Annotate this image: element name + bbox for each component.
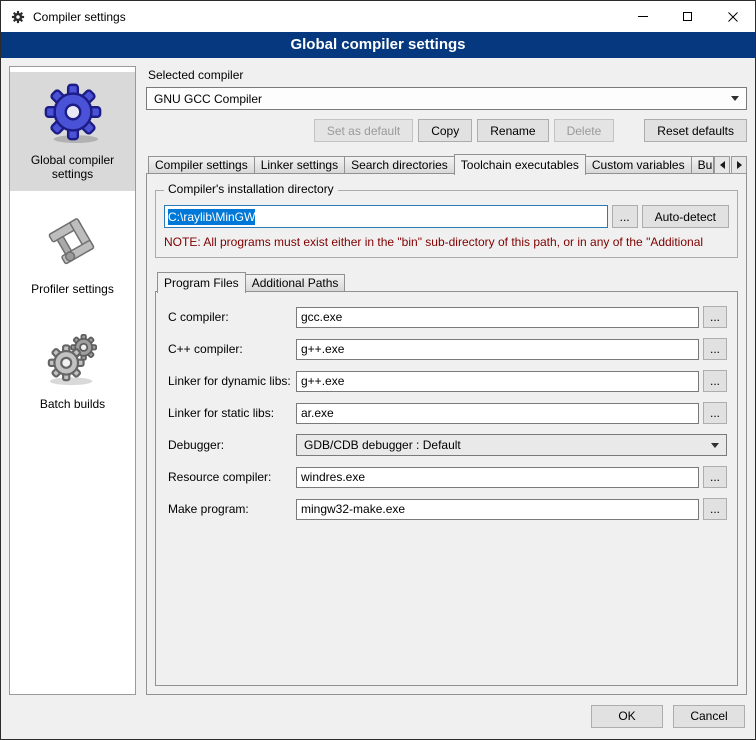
ok-button[interactable]: OK — [591, 705, 663, 728]
tab-scroll-right-button[interactable] — [731, 156, 747, 174]
installation-directory-input[interactable]: C:\raylib\MinGW — [164, 205, 608, 228]
dynamic-linker-label: Linker for dynamic libs: — [168, 374, 296, 388]
toolchain-field-row: Debugger: GDB/CDB debugger : Default — [168, 434, 727, 456]
selected-compiler-dropdown[interactable]: GNU GCC Compiler — [146, 87, 747, 110]
c-compiler-label: C compiler: — [168, 310, 296, 324]
tab-toolchain-executables[interactable]: Toolchain executables — [454, 154, 586, 175]
static-linker-label: Linker for static libs: — [168, 406, 296, 420]
program-files-tab-bar: Program Files Additional Paths — [155, 272, 738, 292]
tab-program-files[interactable]: Program Files — [157, 272, 246, 293]
toolchain-field-row: C compiler: ... — [168, 306, 727, 328]
close-button[interactable] — [710, 1, 755, 32]
tab-scroll-left-button[interactable] — [714, 156, 730, 174]
directory-note: NOTE: All programs must exist either in … — [164, 235, 729, 249]
browse-directory-button[interactable]: ... — [612, 205, 638, 228]
gray-gears-icon — [42, 326, 104, 391]
installation-directory-row: C:\raylib\MinGW ... Auto-detect — [164, 205, 729, 228]
minimize-button[interactable] — [620, 1, 665, 32]
settings-category-list: Global compiler settings Profiler set — [9, 66, 136, 695]
installation-directory-legend: Compiler's installation directory — [164, 182, 338, 196]
static-linker-input[interactable] — [296, 403, 699, 424]
settings-tab-bar: Compiler settings Linker settings Search… — [146, 154, 747, 174]
auto-detect-button[interactable]: Auto-detect — [642, 205, 729, 228]
selected-compiler-value: GNU GCC Compiler — [154, 92, 262, 106]
content-area: Global compiler settings Profiler set — [1, 58, 755, 699]
browse-cpp-compiler-button[interactable]: ... — [703, 338, 727, 360]
caption-buttons — [620, 1, 755, 32]
toolchain-executables-panel: Compiler's installation directory C:\ray… — [146, 173, 747, 695]
dynamic-linker-input[interactable] — [296, 371, 699, 392]
dialog-footer: OK Cancel — [1, 699, 755, 739]
program-files-panel: C compiler: ... C++ compiler: ... — [155, 291, 738, 686]
copy-button[interactable]: Copy — [418, 119, 472, 142]
debugger-value: GDB/CDB debugger : Default — [304, 438, 461, 452]
tab-linker-settings[interactable]: Linker settings — [254, 156, 345, 174]
window-title: Compiler settings — [33, 10, 126, 24]
sidebar-item-batch-builds[interactable]: Batch builds — [10, 318, 135, 421]
chevron-down-icon — [711, 443, 719, 448]
make-program-input[interactable] — [296, 499, 699, 520]
right-arrow-icon — [737, 161, 742, 169]
compiler-action-buttons: Set as default Copy Rename Delete Reset … — [146, 119, 747, 142]
tab-compiler-settings[interactable]: Compiler settings — [148, 156, 255, 174]
installation-directory-value: C:\raylib\MinGW — [168, 209, 255, 225]
close-icon — [728, 12, 738, 22]
cpp-compiler-label: C++ compiler: — [168, 342, 296, 356]
reset-defaults-button[interactable]: Reset defaults — [644, 119, 747, 142]
minimize-icon — [638, 16, 648, 17]
chevron-down-icon — [731, 96, 739, 101]
c-compiler-input[interactable] — [296, 307, 699, 328]
left-arrow-icon — [720, 161, 725, 169]
maximize-icon — [683, 12, 692, 21]
sidebar-item-label: Global compiler settings — [13, 153, 132, 181]
make-program-label: Make program: — [168, 502, 296, 516]
selected-compiler-label: Selected compiler — [148, 68, 747, 82]
toolchain-field-row: Make program: ... — [168, 498, 727, 520]
rename-button[interactable]: Rename — [477, 119, 548, 142]
compiler-settings-dialog: Compiler settings Global compiler settin… — [0, 0, 756, 740]
debugger-dropdown[interactable]: GDB/CDB debugger : Default — [296, 434, 727, 456]
tab-search-directories[interactable]: Search directories — [344, 156, 455, 174]
tab-additional-paths[interactable]: Additional Paths — [245, 274, 346, 292]
dialog-banner-title: Global compiler settings — [1, 32, 755, 58]
browse-c-compiler-button[interactable]: ... — [703, 306, 727, 328]
resource-compiler-input[interactable] — [296, 467, 699, 488]
sidebar-item-profiler-settings[interactable]: Profiler settings — [10, 203, 135, 306]
browse-make-program-button[interactable]: ... — [703, 498, 727, 520]
titlebar: Compiler settings — [1, 1, 755, 32]
cpp-compiler-input[interactable] — [296, 339, 699, 360]
maximize-button[interactable] — [665, 1, 710, 32]
cancel-button[interactable]: Cancel — [673, 705, 745, 728]
sidebar-item-global-compiler-settings[interactable]: Global compiler settings — [10, 72, 135, 191]
tab-build-options-truncated[interactable]: Buil — [691, 156, 714, 174]
delete-button[interactable]: Delete — [554, 119, 615, 142]
toolchain-field-row: Resource compiler: ... — [168, 466, 727, 488]
toolchain-field-row: Linker for dynamic libs: ... — [168, 370, 727, 392]
installation-directory-group: Compiler's installation directory C:\ray… — [155, 190, 738, 258]
browse-static-linker-button[interactable]: ... — [703, 402, 727, 424]
blue-gear-icon — [42, 80, 104, 147]
resource-compiler-label: Resource compiler: — [168, 470, 296, 484]
sidebar-item-label: Batch builds — [40, 397, 105, 411]
sidebar-item-label: Profiler settings — [31, 282, 114, 296]
tab-custom-variables[interactable]: Custom variables — [585, 156, 692, 174]
window-icon — [10, 9, 26, 25]
profiler-tool-icon — [42, 211, 104, 276]
toolchain-field-row: C++ compiler: ... — [168, 338, 727, 360]
set-as-default-button[interactable]: Set as default — [314, 119, 413, 142]
debugger-label: Debugger: — [168, 438, 296, 452]
browse-resource-compiler-button[interactable]: ... — [703, 466, 727, 488]
browse-dynamic-linker-button[interactable]: ... — [703, 370, 727, 392]
main-settings-area: Selected compiler GNU GCC Compiler Set a… — [146, 66, 747, 695]
toolchain-field-row: Linker for static libs: ... — [168, 402, 727, 424]
